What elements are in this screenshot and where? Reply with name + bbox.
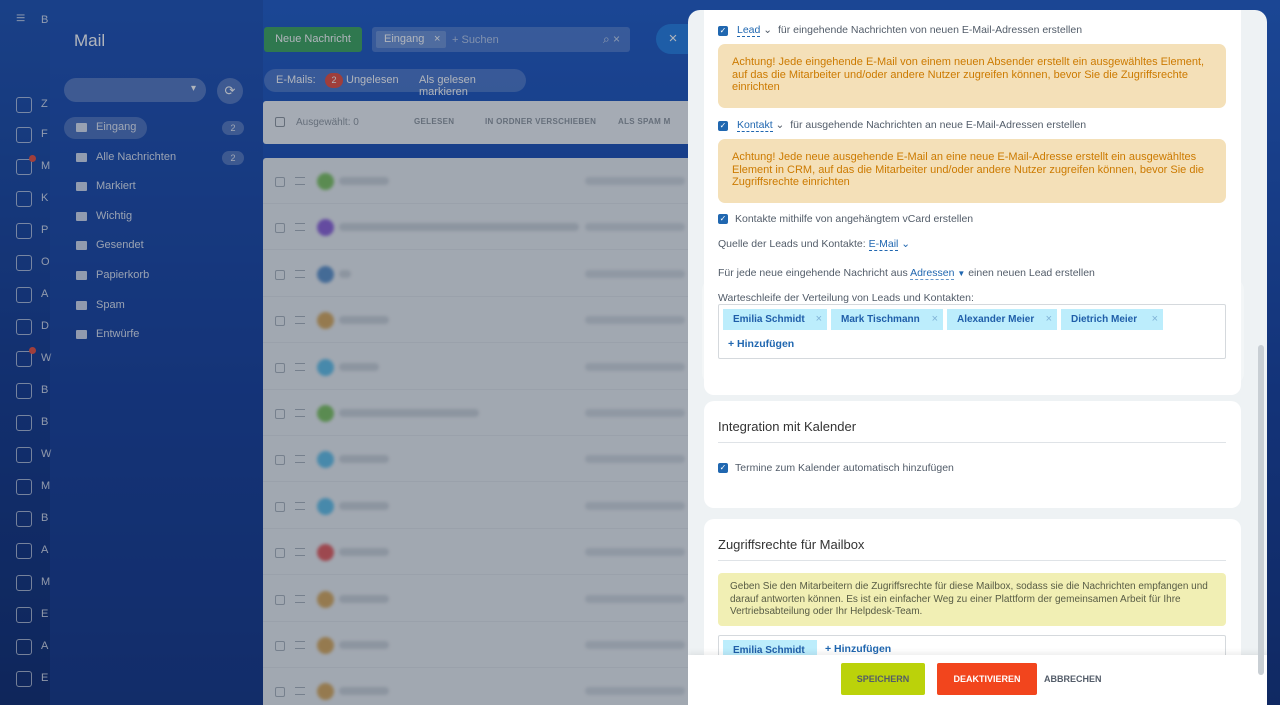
contact-checkbox[interactable]: ✓ — [718, 121, 728, 131]
chevron-down-icon: ⌄ — [763, 24, 773, 36]
queue-selector[interactable]: Emilia Schmidt × Mark Tischmann × Alexande… — [718, 304, 1226, 359]
per-message-row: Für jede neue eingehende Nachricht aus A… — [718, 267, 1095, 280]
vcard-checkbox[interactable]: ✓ — [718, 214, 728, 224]
source-label: Quelle der Leads und Kontakte: — [718, 238, 866, 250]
slider-scrollbar[interactable] — [1258, 345, 1264, 675]
cancel-button[interactable]: ABBRECHEN — [1044, 663, 1102, 695]
calendar-option-label: Termine zum Kalender automatisch hinzufü… — [735, 462, 954, 474]
vcard-label: Kontakte mithilfe von angehängtem vCard … — [735, 213, 974, 225]
per-message-suffix: einen neuen Lead erstellen — [968, 267, 1095, 279]
contact-row: Kontakt ⌄ für ausgehende Nachrichten an … — [737, 119, 1087, 132]
per-message-prefix: Für jede neue eingehende Nachricht aus — [718, 267, 908, 279]
contact-type-dropdown[interactable]: Kontakt — [737, 119, 773, 132]
contact-row-text: für ausgehende Nachrichten an neue E-Mai… — [790, 119, 1087, 131]
addresses-dropdown[interactable]: Adressen — [910, 267, 955, 280]
slider-footer: SPEICHERN DEAKTIVIEREN ABBRECHEN — [688, 655, 1267, 705]
lead-row: Lead ⌄ für eingehende Nachrichten von ne… — [737, 24, 1083, 37]
queue-member-name: Dietrich Meier — [1071, 314, 1138, 325]
remove-icon[interactable]: × — [932, 309, 938, 330]
calendar-title: Integration mit Kalender — [718, 419, 857, 434]
chevron-down-icon: ⌄ — [775, 119, 785, 131]
remove-icon[interactable]: × — [816, 309, 822, 330]
save-button[interactable]: SPEICHERN — [841, 663, 925, 695]
source-dropdown[interactable]: E-Mail — [868, 238, 899, 251]
deactivate-button[interactable]: DEAKTIVIEREN — [937, 663, 1037, 695]
lead-row-text: für eingehende Nachrichten von neuen E-M… — [777, 24, 1083, 36]
remove-icon[interactable]: × — [1046, 309, 1052, 330]
queue-member-name: Mark Tischmann — [841, 314, 920, 325]
mailbox-settings-slider: ✓ Lead ⌄ für eingehende Nachrichten von … — [688, 10, 1267, 705]
lead-type-dropdown[interactable]: Lead — [737, 24, 761, 37]
queue-add-link[interactable]: + Hinzufügen — [728, 338, 794, 350]
caret-down-icon: ▼ — [957, 269, 966, 278]
queue-member-tag: Mark Tischmann × — [831, 309, 943, 330]
queue-member-tag: Alexander Meier × — [947, 309, 1057, 330]
queue-member-tag: Emilia Schmidt × — [723, 309, 827, 330]
lead-checkbox[interactable]: ✓ — [718, 26, 728, 36]
access-info: Geben Sie den Mitarbeitern die Zugriffsr… — [718, 573, 1226, 626]
calendar-divider — [718, 442, 1226, 443]
chevron-down-icon: ⌄ — [901, 238, 911, 250]
lead-warning: Achtung! Jede eingehende E-Mail von eine… — [718, 44, 1226, 108]
contact-warning: Achtung! Jede neue ausgehende E-Mail an … — [718, 139, 1226, 203]
access-add-link[interactable]: + Hinzufügen — [825, 643, 891, 655]
queue-member-name: Alexander Meier — [957, 314, 1035, 325]
queue-member-name: Emilia Schmidt — [733, 314, 805, 325]
queue-card: Warteschleife der Verteilung von Leads u… — [706, 282, 1240, 381]
queue-title: Warteschleife der Verteilung von Leads u… — [718, 292, 974, 304]
source-row: Quelle der Leads und Kontakte: E-Mail ⌄ — [718, 238, 911, 251]
queue-member-tag: Dietrich Meier × — [1061, 309, 1163, 330]
calendar-panel: Integration mit Kalender ✓ Termine zum K… — [704, 401, 1241, 508]
access-divider — [718, 560, 1226, 561]
access-title: Zugriffsrechte für Mailbox — [718, 537, 865, 552]
remove-icon[interactable]: × — [1152, 309, 1158, 330]
calendar-checkbox[interactable]: ✓ — [718, 463, 728, 473]
